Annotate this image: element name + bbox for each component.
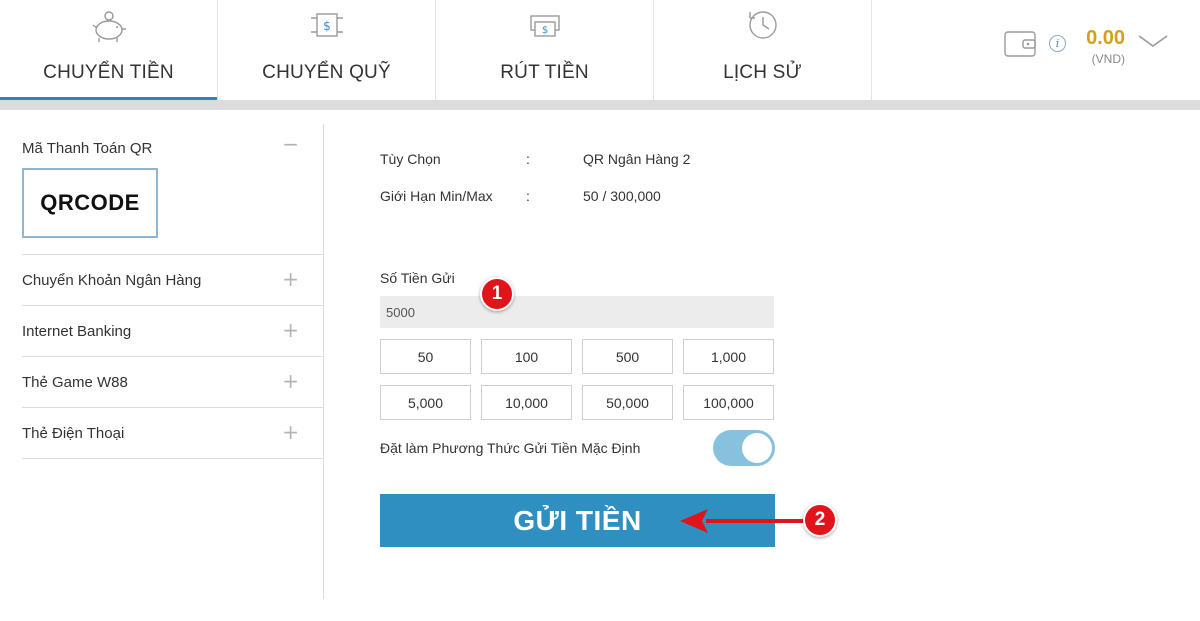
quick-amount-button[interactable]: 50,000: [582, 385, 673, 420]
quick-amount-grid: 50 100 500 1,000 5,000 10,000 50,000 100…: [380, 339, 776, 420]
wallet-balance[interactable]: i 0.00 (VND): [1003, 22, 1193, 74]
quick-amount-button[interactable]: 10,000: [481, 385, 572, 420]
sidebar-item-label: Mã Thanh Toán QR: [22, 140, 153, 157]
quick-amount-button[interactable]: 100: [481, 339, 572, 374]
amount-label: Số Tiền Gửi: [380, 270, 455, 286]
quick-amount-button[interactable]: 100,000: [683, 385, 774, 420]
balance-amount: 0.00: [1086, 27, 1125, 49]
tab-rut-tien[interactable]: $ RÚT TIỀN: [436, 0, 654, 100]
sidebar-item-phone-card[interactable]: Thẻ Điện Thoại +: [22, 408, 323, 459]
red-arrow-icon: [680, 509, 804, 533]
header-divider: [0, 100, 1200, 110]
sidebar-item-internet-banking[interactable]: Internet Banking +: [22, 306, 323, 357]
limit-value: 50 / 300,000: [583, 188, 661, 204]
balance-currency: (VND): [1091, 52, 1125, 66]
sidebar-item-qr[interactable]: Mã Thanh Toán QR − QRCODE: [22, 124, 323, 255]
quick-amount-button[interactable]: 50: [380, 339, 471, 374]
sidebar-item-label: Internet Banking: [22, 323, 132, 340]
collapse-icon[interactable]: −: [282, 132, 299, 156]
expand-icon[interactable]: +: [282, 420, 299, 444]
chevron-down-icon[interactable]: [1137, 32, 1169, 50]
history-clock-icon: [748, 11, 777, 39]
tab-lich-su[interactable]: LỊCH SỬ: [654, 0, 872, 100]
step-1-badge: 1: [480, 277, 514, 311]
quick-amount-button[interactable]: 500: [582, 339, 673, 374]
info-icon[interactable]: i: [1049, 35, 1066, 52]
cash-withdraw-icon: $: [529, 15, 560, 37]
tab-label: LỊCH SỬ: [723, 62, 802, 83]
sidebar-item-label: Chuyển Khoản Ngân Hàng: [22, 272, 202, 289]
expand-icon[interactable]: +: [282, 267, 299, 291]
separator: :: [526, 151, 530, 167]
fund-transfer-icon: $: [310, 13, 343, 37]
quick-amount-button[interactable]: 5,000: [380, 385, 471, 420]
svg-text:$: $: [541, 25, 547, 36]
default-method-label: Đặt làm Phương Thức Gửi Tiền Mặc Định: [380, 440, 641, 456]
tab-label: CHUYỂN TIỀN: [43, 62, 174, 83]
expand-icon[interactable]: +: [282, 318, 299, 342]
option-label: Tùy Chọn: [380, 151, 441, 167]
separator: :: [526, 188, 530, 204]
option-value: QR Ngân Hàng 2: [583, 151, 691, 167]
qr-payment-option[interactable]: QRCODE: [22, 168, 158, 238]
svg-text:$: $: [323, 19, 331, 33]
qrcode-logo: QRCODE: [40, 190, 140, 215]
sidebar-divider: [323, 124, 324, 599]
wallet-icon: [1004, 31, 1036, 57]
payment-method-sidebar: Mã Thanh Toán QR − QRCODE Chuyển Khoản N…: [22, 124, 323, 459]
tab-label: CHUYỂN QUỸ: [262, 62, 391, 83]
limit-label: Giới Hạn Min/Max: [380, 188, 493, 204]
sidebar-item-game-card[interactable]: Thẻ Game W88 +: [22, 357, 323, 408]
expand-icon[interactable]: +: [282, 369, 299, 393]
tab-chuyen-tien[interactable]: CHUYỂN TIỀN: [0, 0, 218, 100]
tab-chuyen-quy[interactable]: $ CHUYỂN QUỸ: [218, 0, 436, 100]
sidebar-item-bank-transfer[interactable]: Chuyển Khoản Ngân Hàng +: [22, 255, 323, 306]
tab-label: RÚT TIỀN: [500, 62, 589, 83]
default-method-toggle[interactable]: [713, 430, 775, 466]
sidebar-item-label: Thẻ Game W88: [22, 374, 128, 391]
sidebar-item-label: Thẻ Điện Thoại: [22, 425, 125, 442]
top-nav: CHUYỂN TIỀN $ CHUYỂN QUỸ $ RÚT TIỀN LỊCH…: [0, 0, 1200, 100]
quick-amount-button[interactable]: 1,000: [683, 339, 774, 374]
amount-input[interactable]: [380, 296, 774, 328]
toggle-knob: [742, 433, 772, 463]
piggy-bank-icon: [92, 11, 126, 42]
step-2-badge: 2: [803, 503, 837, 537]
